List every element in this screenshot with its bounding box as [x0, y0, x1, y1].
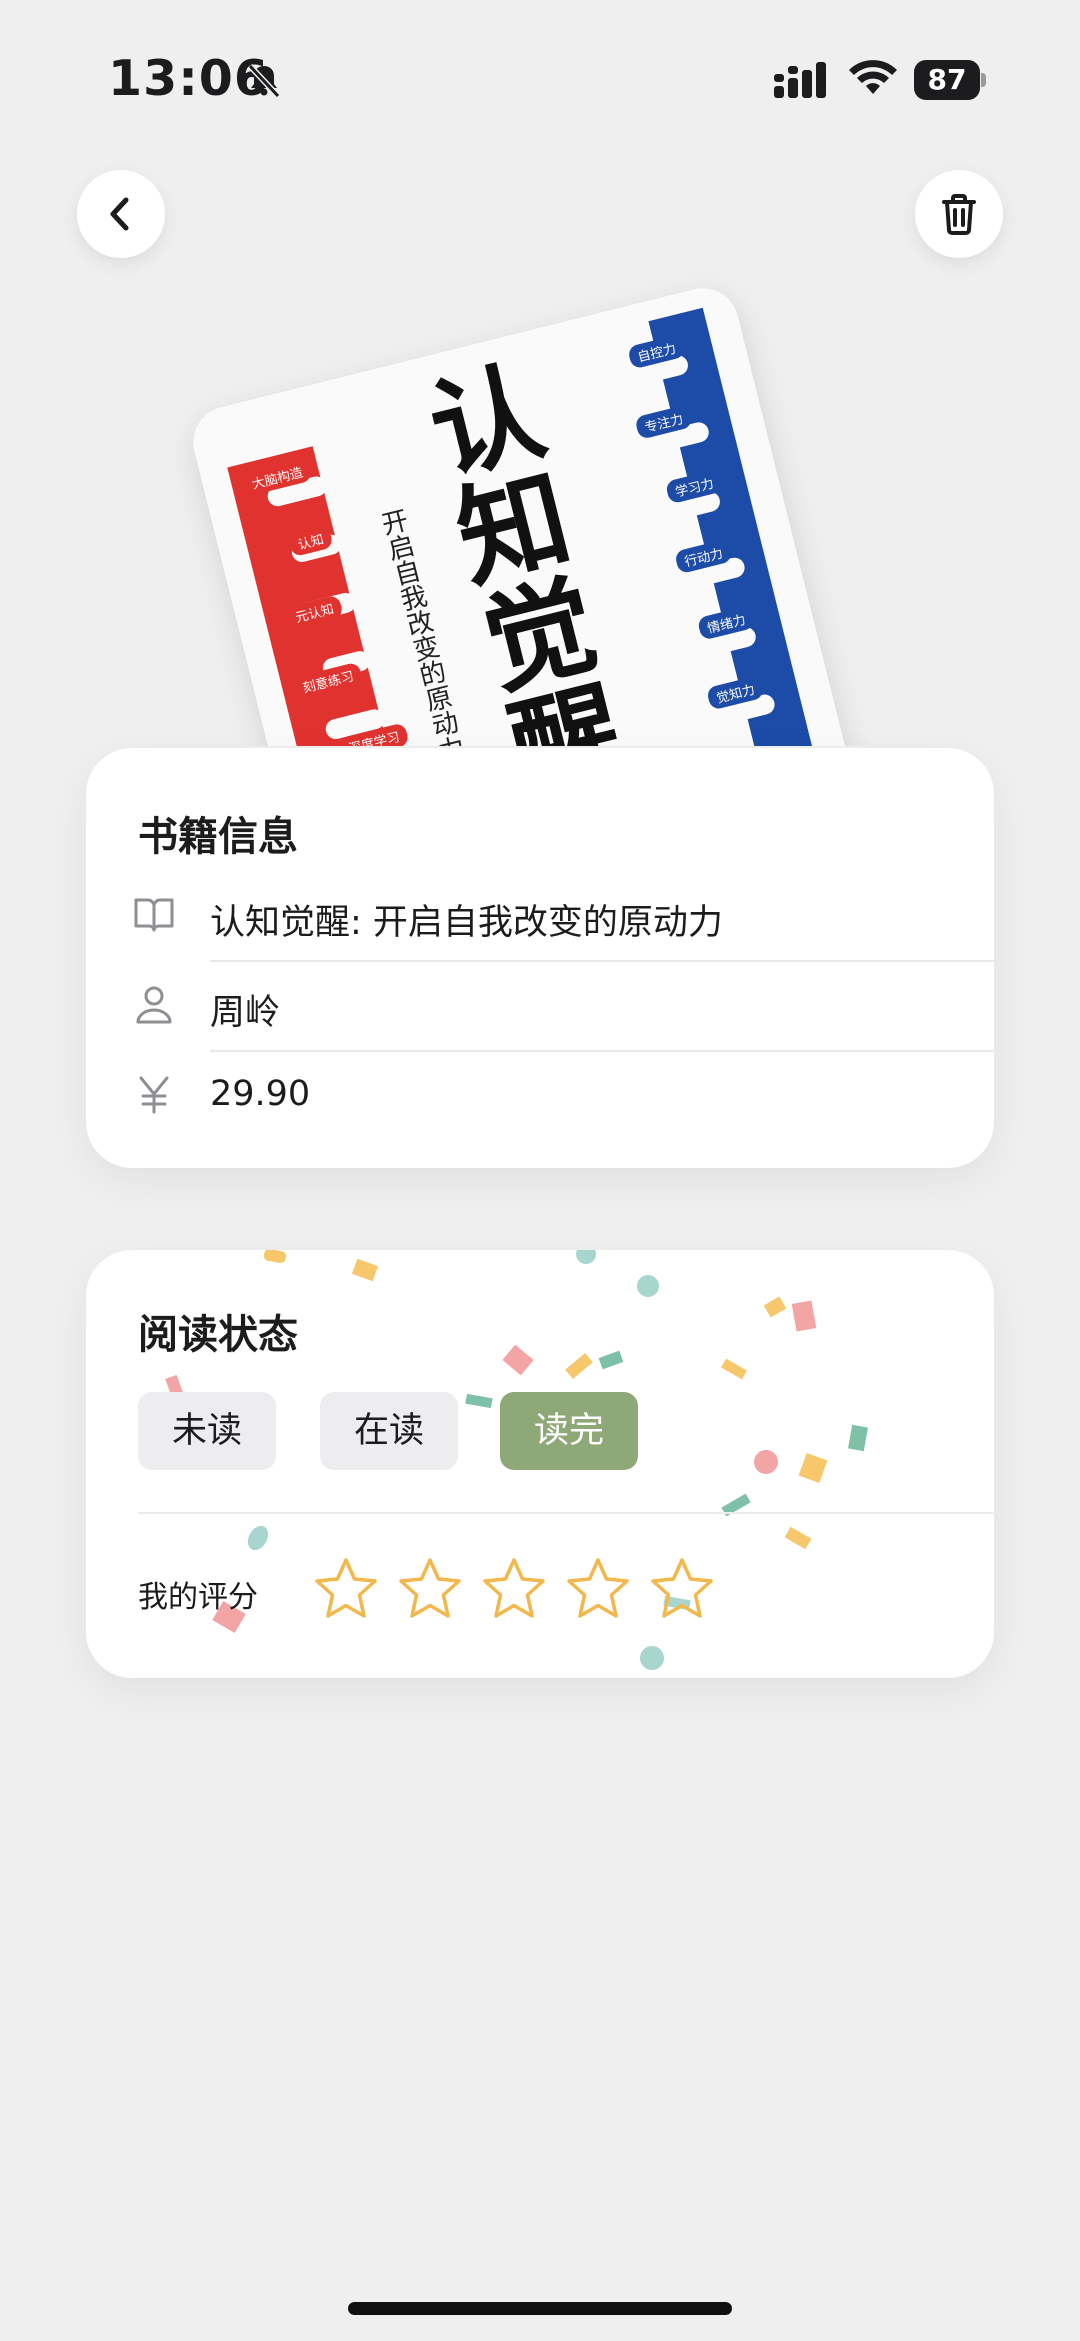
book-price: 29.90 [210, 1074, 311, 1114]
book-cover: 大脑构造 认知 元认知 刻意练习 深度学习 自控力 专注力 学习力 行动力 情绪… [185, 280, 865, 746]
status-chip-reading[interactable]: 在读 [320, 1392, 458, 1470]
book-author-row[interactable]: 周岭 [86, 962, 994, 1052]
book-icon [134, 898, 174, 932]
book-cover-area: 大脑构造 认知 元认知 刻意练习 深度学习 自控力 专注力 学习力 行动力 情绪… [0, 260, 1080, 746]
reading-status-heading: 阅读状态 [138, 1312, 298, 1358]
battery-level: 87 [914, 60, 980, 100]
star-icon[interactable] [480, 1556, 548, 1624]
status-bar: 13:06 87 [0, 0, 1080, 160]
star-icon[interactable] [396, 1556, 464, 1624]
wifi-icon [849, 60, 897, 94]
delete-button[interactable] [915, 170, 1003, 258]
yen-icon [139, 1076, 169, 1114]
star-icon[interactable] [648, 1556, 716, 1624]
book-price-row[interactable]: 29.90 [86, 1052, 994, 1142]
book-title-row[interactable]: 认知觉醒: 开启自我改变的原动力 [86, 872, 994, 962]
rating-label: 我的评分 [138, 1580, 258, 1615]
signal-icon [774, 62, 826, 98]
person-icon [136, 986, 172, 1024]
back-button[interactable] [77, 170, 165, 258]
book-info-card: 书籍信息 认知觉醒: 开启自我改变的原动力 周岭 29.90 [86, 748, 994, 1168]
home-indicator[interactable] [348, 2302, 732, 2315]
bell-slash-icon [247, 63, 281, 99]
star-icon[interactable] [564, 1556, 632, 1624]
trash-icon [942, 194, 976, 235]
reading-status-card: 阅读状态 未读 在读 读完 我的评分 [86, 1250, 994, 1678]
book-info-heading: 书籍信息 [138, 814, 298, 860]
status-chip-unread[interactable]: 未读 [138, 1392, 276, 1470]
rating-stars[interactable] [312, 1556, 716, 1628]
status-chip-finished[interactable]: 读完 [500, 1392, 638, 1470]
book-title: 认知觉醒: 开启自我改变的原动力 [210, 903, 723, 943]
battery-icon: 87 [914, 60, 986, 100]
book-author: 周岭 [210, 993, 281, 1033]
chevron-left-icon [110, 197, 129, 231]
star-icon[interactable] [312, 1556, 380, 1624]
